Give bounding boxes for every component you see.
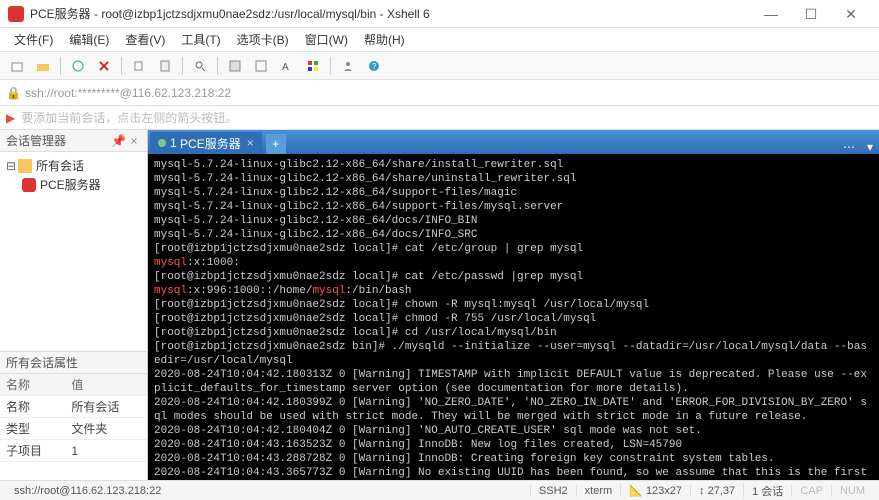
collapse-icon[interactable]: ⊟ [6,159,16,173]
tab-menu-icon[interactable]: ⋯ [837,140,861,154]
menu-window[interactable]: 窗口(W) [299,29,354,50]
svg-text:A: A [282,62,289,73]
tab-dropdown-icon[interactable]: ▾ [861,140,879,154]
pin-icon[interactable]: 📌 [111,134,125,148]
address-bar[interactable]: 🔒 ssh://root:*********@116.62.123.218:22 [0,80,879,106]
app-icon [8,6,24,22]
flag-icon: ▶ [6,111,15,125]
svg-text:?: ? [372,62,377,71]
maximize-button[interactable]: ☐ [791,0,831,28]
paste-button[interactable] [154,55,176,77]
lock-icon: 🔒 [6,86,21,100]
col-value: 值 [65,374,147,396]
title-bar: PCE服务器 - root@izbp1jctzsdjxmu0nae2sdz:/u… [0,0,879,28]
status-cursor: ↕ 27,37 [690,485,743,497]
tree-node-server[interactable]: PCE服务器 [4,175,143,194]
main-area: 会话管理器 📌 × ⊟ 所有会话 PCE服务器 所有会话属性 名称值 名称所有会… [0,130,879,480]
session-manager-title: 会话管理器 [6,132,66,149]
menu-help[interactable]: 帮助(H) [358,29,411,50]
tree-label: 所有会话 [36,157,84,174]
tab-session[interactable]: 1 PCE服务器 × [150,132,262,154]
menu-bar: 文件(F) 编辑(E) 查看(V) 工具(T) 选项卡(B) 窗口(W) 帮助(… [0,28,879,52]
copy-button[interactable] [128,55,150,77]
prop-row: 名称所有会话 [0,396,147,418]
properties-title: 所有会话属性 [6,354,78,371]
status-dot-icon [158,139,166,147]
color-button[interactable] [302,55,324,77]
tab-label: PCE服务器 [180,135,241,152]
toolbar: A ? [0,52,879,80]
status-bar: ssh://root@116.62.123.218:22 SSH2 xterm … [0,480,879,500]
find-button[interactable] [189,55,211,77]
tree-root-all-sessions[interactable]: ⊟ 所有会话 [4,156,143,175]
window-title: PCE服务器 - root@izbp1jctzsdjxmu0nae2sdz:/u… [30,5,751,22]
panel-close-icon[interactable]: × [127,134,141,148]
new-session-button[interactable] [6,55,28,77]
add-tab-button[interactable]: + [266,134,286,154]
folder-icon [18,159,32,173]
minimize-button[interactable]: — [751,0,791,28]
help-button[interactable]: ? [363,55,385,77]
menu-file[interactable]: 文件(F) [8,29,59,50]
tab-close-icon[interactable]: × [247,136,254,150]
reconnect-button[interactable] [67,55,89,77]
properties-header: 所有会话属性 [0,352,147,374]
tab-index: 1 [170,136,177,150]
fullscreen-button[interactable] [250,55,272,77]
open-button[interactable] [32,55,54,77]
menu-edit[interactable]: 编辑(E) [63,29,115,50]
menu-tabs[interactable]: 选项卡(B) [231,29,295,50]
session-tree: ⊟ 所有会话 PCE服务器 [0,152,147,352]
session-manager-header: 会话管理器 📌 × [0,130,147,152]
hint-text: 要添加当前会话，点击左侧的箭头按钮。 [21,109,237,126]
properties-grid: 名称值 名称所有会话 类型文件夹 子项目1 [0,374,147,480]
font-button[interactable]: A [276,55,298,77]
prop-row: 子项目1 [0,440,147,462]
close-button[interactable]: ✕ [831,0,871,28]
content-area: 1 PCE服务器 × + ⋯ ▾ mysql-5.7.24-linux-glib… [148,130,879,480]
user-button[interactable] [337,55,359,77]
status-termtype: xterm [576,485,621,497]
tab-bar: 1 PCE服务器 × + ⋯ ▾ [148,130,879,154]
properties-button[interactable] [224,55,246,77]
hint-bar: ▶ 要添加当前会话，点击左侧的箭头按钮。 [0,106,879,130]
status-caplock: CAP [791,485,831,497]
tree-label: PCE服务器 [40,176,101,193]
address-text: ssh://root:*********@116.62.123.218:22 [25,86,231,100]
status-protocol: SSH2 [530,485,576,497]
sidebar: 会话管理器 📌 × ⊟ 所有会话 PCE服务器 所有会话属性 名称值 名称所有会… [0,130,148,480]
disconnect-button[interactable] [93,55,115,77]
col-name: 名称 [0,374,65,396]
status-connection: ssh://root@116.62.123.218:22 [6,485,530,497]
prop-row: 类型文件夹 [0,418,147,440]
menu-view[interactable]: 查看(V) [119,29,171,50]
status-numlock: NUM [831,485,873,497]
server-icon [22,178,36,192]
terminal[interactable]: mysql-5.7.24-linux-glibc2.12-x86_64/shar… [148,154,879,480]
status-size: 📐 123x27 [620,484,690,497]
menu-tools[interactable]: 工具(T) [175,29,226,50]
status-sessions: 1 会话 [743,483,791,499]
